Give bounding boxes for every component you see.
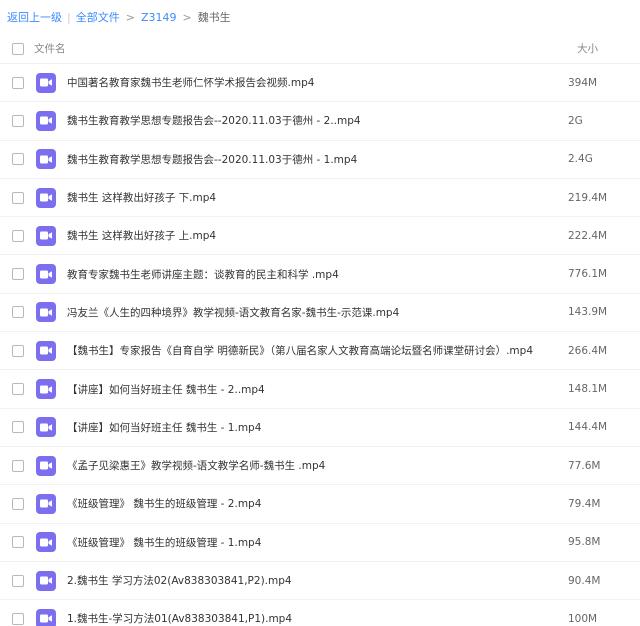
file-size: 222.4M — [568, 229, 608, 242]
file-size: 266.4M — [568, 344, 608, 357]
file-name[interactable]: 2.魏书生 学习方法02(Av838303841,P2).mp4 — [67, 573, 292, 588]
video-file-icon — [36, 264, 56, 285]
video-file-icon — [36, 570, 56, 591]
video-file-icon — [36, 225, 56, 246]
row-checkbox[interactable] — [12, 344, 24, 357]
row-checkbox[interactable] — [12, 229, 24, 242]
row-checkbox[interactable] — [12, 306, 24, 319]
row-checkbox[interactable] — [12, 383, 24, 396]
file-size: 219.4M — [568, 191, 608, 204]
file-size: 394M — [568, 76, 598, 89]
row-checkbox[interactable] — [12, 76, 24, 89]
table-row[interactable]: 【讲座】如何当好班主任 魏书生 - 2..mp4 148.1M — [0, 370, 640, 409]
row-checkbox[interactable] — [12, 459, 24, 472]
file-size: 90.4M — [568, 574, 601, 587]
video-file-icon — [36, 417, 56, 438]
video-file-icon — [36, 493, 56, 514]
file-name[interactable]: 【魏书生】专家报告《自育自学 明德新民》（第八届名家人文教育高端论坛暨名师课堂研… — [67, 343, 533, 358]
video-file-icon — [36, 340, 56, 361]
table-row[interactable]: 教育专家魏书生老师讲座主题：谈教育的民主和科学 .mp4 776.1M — [0, 255, 640, 294]
column-header-size[interactable]: 大小 — [577, 41, 598, 56]
file-name[interactable]: 教育专家魏书生老师讲座主题：谈教育的民主和科学 .mp4 — [67, 267, 339, 282]
video-file-icon — [36, 110, 56, 131]
column-header-name[interactable]: 文件名 — [34, 41, 66, 56]
list-header: 文件名 大小 — [0, 34, 640, 64]
row-checkbox[interactable] — [12, 612, 24, 625]
table-row[interactable]: 《班级管理》 魏书生的班级管理 - 1.mp4 95.8M — [0, 524, 640, 562]
table-row[interactable]: 1.魏书生-学习方法01(Av838303841,P1).mp4 100M — [0, 600, 640, 626]
row-checkbox[interactable] — [12, 574, 24, 587]
row-checkbox[interactable] — [12, 268, 24, 281]
file-size: 2G — [568, 114, 583, 127]
table-row[interactable]: 魏书生 这样教出好孩子 下.mp4 219.4M — [0, 179, 640, 218]
file-name[interactable]: 魏书生 这样教出好孩子 上.mp4 — [67, 228, 216, 243]
file-name[interactable]: 魏书生教育教学思想专题报告会--2020.11.03于德州 - 1.mp4 — [67, 152, 357, 167]
file-name[interactable]: 冯友兰《人生的四种境界》教学视频-语文教育名家-魏书生-示范课.mp4 — [67, 305, 399, 320]
file-size: 79.4M — [568, 497, 601, 510]
file-size: 2.4G — [568, 153, 593, 166]
video-file-icon — [36, 149, 56, 170]
file-size: 148.1M — [568, 383, 608, 396]
folder-link[interactable]: Z3149 — [141, 11, 177, 24]
video-file-icon — [36, 72, 56, 93]
file-name[interactable]: 【讲座】如何当好班主任 魏书生 - 2..mp4 — [67, 382, 265, 397]
row-checkbox[interactable] — [12, 536, 24, 549]
file-name[interactable]: 《孟子见梁惠王》教学视频-语文教学名师-魏书生 .mp4 — [67, 458, 325, 473]
file-size: 143.9M — [568, 306, 608, 319]
file-name[interactable]: 中国著名教育家魏书生老师仁怀学术报告会视频.mp4 — [67, 75, 314, 90]
video-file-icon — [36, 455, 56, 476]
all-files-link[interactable]: 全部文件 — [76, 9, 120, 25]
row-checkbox[interactable] — [12, 153, 24, 166]
file-name[interactable]: 魏书生 这样教出好孩子 下.mp4 — [67, 190, 216, 205]
table-row[interactable]: 魏书生教育教学思想专题报告会--2020.11.03于德州 - 2..mp4 2G — [0, 102, 640, 141]
file-name[interactable]: 《班级管理》 魏书生的班级管理 - 2.mp4 — [67, 496, 261, 511]
video-file-icon — [36, 302, 56, 323]
table-row[interactable]: 魏书生 这样教出好孩子 上.mp4 222.4M — [0, 217, 640, 256]
file-name[interactable]: 【讲座】如何当好班主任 魏书生 - 1.mp4 — [67, 420, 261, 435]
file-size: 100M — [568, 612, 598, 625]
separator: | — [67, 10, 71, 24]
video-file-icon — [36, 532, 56, 553]
row-checkbox[interactable] — [12, 497, 24, 510]
file-name[interactable]: 魏书生教育教学思想专题报告会--2020.11.03于德州 - 2..mp4 — [67, 113, 361, 128]
table-row[interactable]: 中国著名教育家魏书生老师仁怀学术报告会视频.mp4 394M — [0, 64, 640, 103]
table-row[interactable]: 【讲座】如何当好班主任 魏书生 - 1.mp4 144.4M — [0, 409, 640, 447]
video-file-icon — [36, 187, 56, 208]
table-row[interactable]: 魏书生教育教学思想专题报告会--2020.11.03于德州 - 1.mp4 2.4… — [0, 141, 640, 179]
current-folder: 魏书生 — [197, 11, 231, 24]
back-link[interactable]: 返回上一级 — [7, 9, 62, 25]
table-row[interactable]: 冯友兰《人生的四种境界》教学视频-语文教育名家-魏书生-示范课.mp4 143.9… — [0, 294, 640, 333]
table-row[interactable]: 《孟子见梁惠王》教学视频-语文教学名师-魏书生 .mp4 77.6M — [0, 447, 640, 486]
file-size: 144.4M — [568, 421, 608, 434]
breadcrumb: 返回上一级 | 全部文件 > Z3149 > 魏书生 — [0, 0, 640, 34]
file-list: 中国著名教育家魏书生老师仁怀学术报告会视频.mp4 394M 魏书生教育教学思想专题… — [0, 64, 640, 626]
chevron-right-icon: > — [182, 10, 192, 24]
select-all-checkbox[interactable] — [12, 42, 24, 55]
table-row[interactable]: 《班级管理》 魏书生的班级管理 - 2.mp4 79.4M — [0, 485, 640, 524]
video-file-icon — [36, 379, 56, 400]
table-row[interactable]: 【魏书生】专家报告《自育自学 明德新民》（第八届名家人文教育高端论坛暨名师课堂研… — [0, 332, 640, 371]
file-size: 77.6M — [568, 459, 601, 472]
file-name[interactable]: 《班级管理》 魏书生的班级管理 - 1.mp4 — [67, 535, 261, 550]
file-size: 776.1M — [568, 268, 608, 281]
file-size: 95.8M — [568, 536, 601, 549]
row-checkbox[interactable] — [12, 421, 24, 434]
video-file-icon — [36, 608, 56, 626]
chevron-right-icon: > — [125, 10, 135, 24]
row-checkbox[interactable] — [12, 191, 24, 204]
row-checkbox[interactable] — [12, 114, 24, 127]
file-name[interactable]: 1.魏书生-学习方法01(Av838303841,P1).mp4 — [67, 611, 292, 626]
table-row[interactable]: 2.魏书生 学习方法02(Av838303841,P2).mp4 90.4M — [0, 562, 640, 601]
